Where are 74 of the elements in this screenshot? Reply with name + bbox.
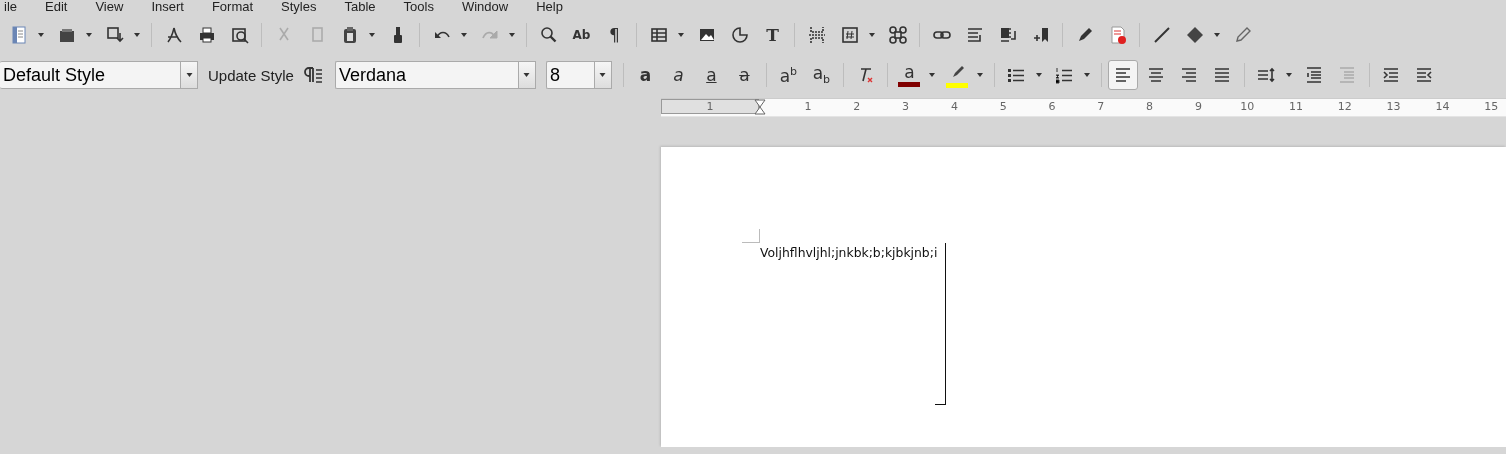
superscript-button[interactable]: a$^{b}$ [773,60,804,90]
text-button[interactable]: T [757,20,788,50]
caret-icon [1083,73,1090,77]
caret-icon [461,33,467,37]
menu-item[interactable]: Edit [45,0,68,14]
line-spacing-icon [1256,65,1277,85]
ruler-number: 14 [1435,100,1450,113]
document-text: Voljhflhvljhl;jnkbk;b;kjbkjnb;i [760,245,938,260]
menu-item[interactable]: Format [211,0,254,14]
dropdown-button[interactable] [180,61,198,89]
ruler-number: 12 [1337,100,1352,113]
caret-icon [86,33,92,37]
caret-icon [369,33,375,37]
formatting-marks-button[interactable]: ¶ [599,20,630,50]
ruler-number: 4 [950,100,958,113]
menu-item[interactable]: Styles [281,0,317,14]
paragraph-style-field[interactable]: Default Style [0,61,180,89]
print-preview-icon [229,25,250,45]
caret-icon [1285,73,1292,77]
underline-button[interactable]: a [696,60,727,90]
ruler-number: 8 [1146,100,1154,113]
indent-marker-icon[interactable] [754,99,766,115]
table-icon [648,25,669,45]
font-color-button[interactable]: a [894,60,925,90]
caret-icon [523,73,531,77]
caret-icon [38,33,44,37]
ruler-number: 13 [1386,100,1401,113]
bold-button[interactable]: a [630,60,661,90]
align-left-button[interactable] [1108,60,1139,90]
caret-icon [869,33,875,37]
ruler-number: 1 [706,100,714,113]
ruler-number: 9 [1194,100,1202,113]
caret-icon [976,73,983,77]
ruler-number: 2 [853,100,861,113]
chart-icon [729,25,750,45]
caret-icon [134,33,140,37]
ruler-number: 6 [1048,100,1056,113]
page-break-icon [806,25,827,45]
search-icon [538,25,559,45]
command-icon [887,25,908,45]
spelling-button[interactable]: Ab [566,20,597,50]
menu-item[interactable]: ile [4,0,17,14]
ruler-number: 7 [1097,100,1105,113]
ruler-number: 10 [1240,100,1255,113]
menu-item[interactable]: Insert [151,0,184,14]
save-icon [104,25,125,45]
subscript-button[interactable]: a$_{b}$ [806,60,837,90]
caret-icon [678,33,684,37]
caret-icon [509,33,515,37]
strikethrough-button[interactable]: a [729,60,760,90]
italic-button[interactable]: a [663,60,694,90]
pilcrow-list-icon [304,65,325,85]
menu-item[interactable]: Window [461,0,509,14]
ruler-number: 15 [1484,100,1499,113]
caret-icon [185,73,193,77]
caret-icon [1214,33,1220,37]
field-icon [839,25,860,45]
menu-item[interactable]: Help [536,0,563,14]
caret-icon [928,73,935,77]
menu-item[interactable]: View [95,0,124,14]
font-size-field[interactable]: 8 [545,61,594,89]
numbered-list-icon [1054,65,1075,85]
caret-icon [1035,73,1042,77]
menu-item[interactable]: Table [344,0,376,14]
ruler-number: 11 [1289,100,1303,113]
text-boundary-corner [742,229,760,243]
menu-item[interactable]: Tools [403,0,434,14]
outdent-icon [1414,65,1435,85]
ruler-number: 5 [999,100,1007,113]
update-style-button[interactable]: Update Style [204,66,298,84]
font-name-field[interactable]: Verdana [334,61,518,89]
ruler-number: 1 [804,100,812,113]
caret-icon [599,73,607,77]
ruler-number: 3 [902,100,910,113]
